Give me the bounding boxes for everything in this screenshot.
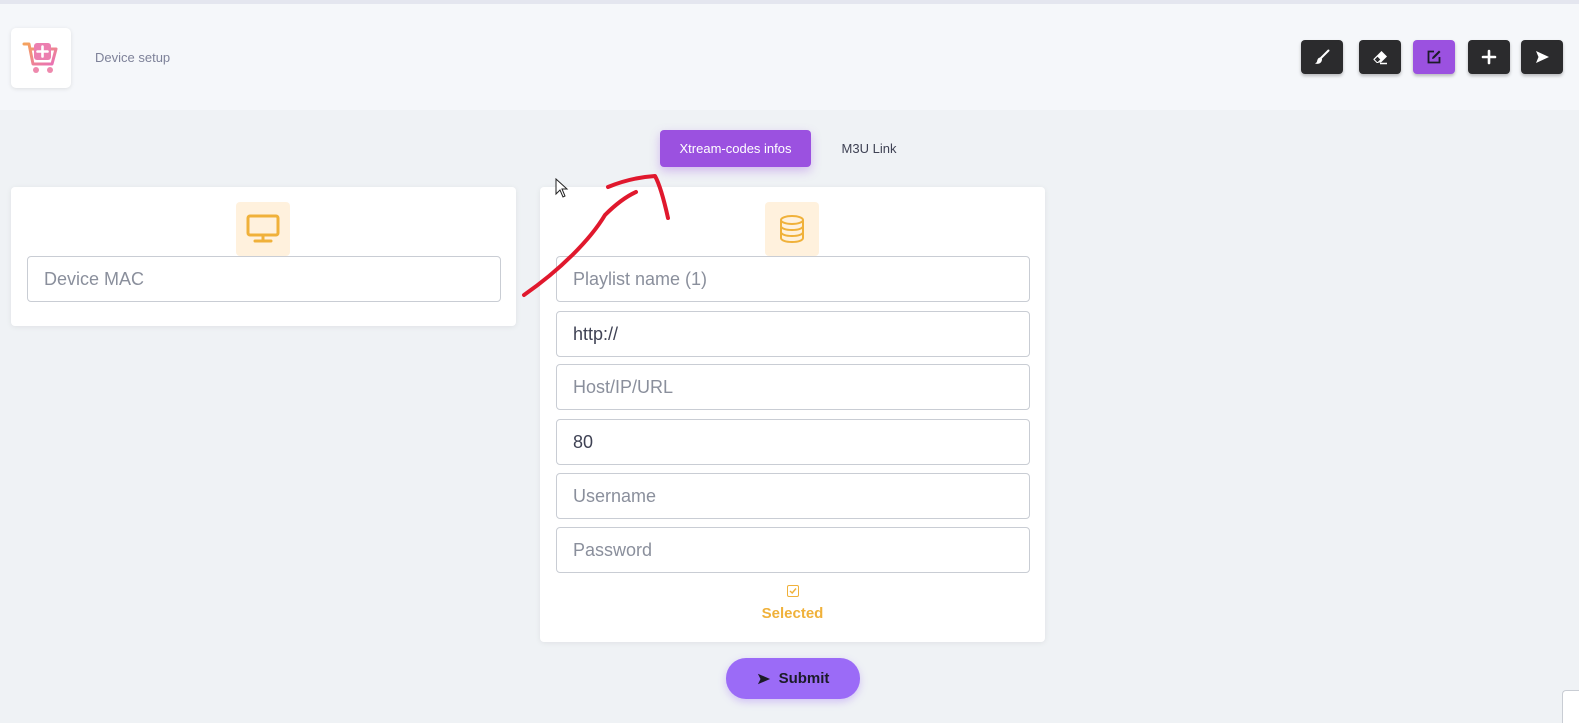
tab-xtream-codes[interactable]: Xtream-codes infos	[660, 130, 811, 167]
cart-plus-icon	[22, 42, 58, 73]
username-input[interactable]	[556, 473, 1030, 519]
submit-label: Submit	[778, 670, 830, 687]
selected-label: Selected	[761, 605, 824, 622]
host-input[interactable]	[556, 364, 1030, 410]
partial-widget	[1562, 690, 1579, 723]
send-icon	[1536, 51, 1549, 63]
protocol-input[interactable]	[556, 311, 1030, 357]
playlist-card: Selected	[540, 187, 1045, 642]
plus-icon	[1481, 49, 1497, 65]
port-input[interactable]	[556, 419, 1030, 465]
edit-icon	[1427, 50, 1441, 64]
page-title: Device setup	[95, 50, 171, 65]
device-card	[11, 187, 516, 326]
header-bar: Device setup	[0, 4, 1579, 110]
selected-toggle[interactable]: Selected	[540, 585, 1045, 622]
device-mac-input[interactable]	[27, 256, 501, 302]
database-icon	[780, 215, 804, 244]
monitor-icon	[246, 214, 280, 243]
tab-m3u-link[interactable]: M3U Link	[830, 130, 908, 167]
playlist-icon-tile	[765, 202, 819, 256]
checkbox-checked-icon[interactable]	[786, 585, 799, 597]
add-button[interactable]	[1468, 40, 1510, 74]
brush-icon	[1315, 49, 1330, 64]
brush-button[interactable]	[1301, 40, 1343, 74]
submit-button[interactable]: Submit	[726, 658, 860, 699]
send-icon	[757, 673, 770, 684]
eraser-button[interactable]	[1359, 40, 1401, 74]
logo[interactable]	[11, 28, 71, 88]
password-input[interactable]	[556, 527, 1030, 573]
edit-button[interactable]	[1413, 40, 1455, 74]
eraser-icon	[1373, 51, 1387, 65]
playlist-name-input[interactable]	[556, 256, 1030, 302]
mouse-cursor-icon	[555, 178, 569, 198]
device-icon-tile	[236, 202, 290, 256]
send-button[interactable]	[1521, 40, 1563, 74]
